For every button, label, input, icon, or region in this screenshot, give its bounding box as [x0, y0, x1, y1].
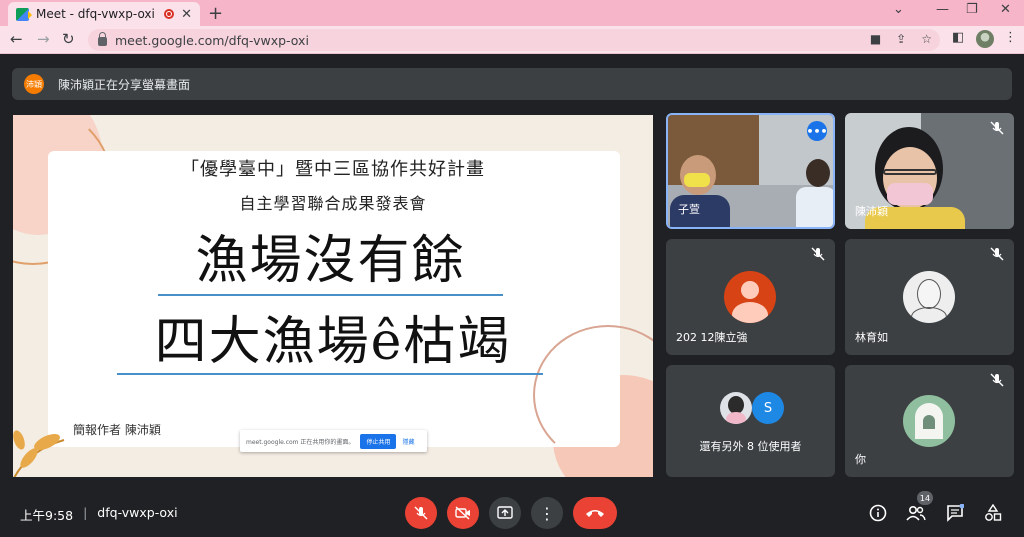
new-tab-button[interactable]: +	[208, 3, 223, 24]
more-vert-icon: ⋮	[539, 503, 555, 523]
self-avatar	[903, 395, 955, 447]
slide-author: 簡報作者 陳沛穎	[73, 423, 161, 437]
reload-icon[interactable]: ↻	[62, 30, 75, 48]
browser-toolbar: ← → ↻ meet.google.com/dfq-vwxp-oxi ■ ⇪ ☆…	[0, 26, 1024, 54]
present-screen-icon	[497, 506, 513, 519]
participant-tile[interactable]: ••• 子萱	[666, 113, 835, 229]
recording-indicator-icon	[164, 9, 175, 19]
hang-up-icon	[586, 510, 604, 517]
meeting-controls-bar: 上午9:58 | dfq-vwxp-oxi ⋮	[0, 487, 1024, 537]
others-count-label: 還有另外 8 位使用者	[699, 440, 802, 453]
mask	[887, 183, 933, 205]
participant-count-badge: 14	[917, 491, 933, 505]
camera-toggle-button[interactable]	[447, 497, 479, 529]
address-bar[interactable]: meet.google.com/dfq-vwxp-oxi ■ ⇪ ☆	[88, 29, 940, 51]
avatar-body	[732, 302, 768, 323]
microphone-toggle-button[interactable]	[405, 497, 437, 529]
participant-name: 你	[855, 453, 866, 466]
share-notice-text: meet.google.com 正在共用你的畫面。	[246, 438, 355, 446]
lock-icon	[98, 32, 107, 46]
sketch-head	[917, 279, 941, 309]
presenting-banner: 沛穎 陳沛穎正在分享螢幕畫面	[12, 68, 1012, 100]
chat-button[interactable]	[945, 503, 965, 523]
meeting-info: 上午9:58 | dfq-vwxp-oxi	[20, 505, 178, 524]
person-body	[796, 187, 833, 227]
slide-subtitle: 「優學臺中」暨中三區協作共好計畫	[181, 159, 485, 180]
bookmark-star-icon[interactable]: ☆	[921, 32, 932, 46]
close-window-button[interactable]: ✕	[1000, 2, 1011, 17]
shared-screen: 「優學臺中」暨中三區協作共好計畫 自主學習聯合成果發表會 漁場沒有餘 四大漁場ê…	[13, 115, 653, 477]
url-text: meet.google.com/dfq-vwxp-oxi	[115, 32, 309, 48]
mic-off-icon	[811, 247, 825, 261]
camera-icon[interactable]: ■	[870, 32, 881, 46]
participant-avatar	[903, 271, 955, 323]
avatar-head	[741, 281, 759, 299]
participant-tile[interactable]: 202 12陳立強	[666, 239, 835, 355]
screen-share-notification: meet.google.com 正在共用你的畫面。 停止共用 隱藏	[240, 430, 427, 452]
hide-button[interactable]: 隱藏	[402, 437, 414, 446]
camera-off-icon	[455, 506, 470, 520]
tab-close-icon[interactable]: ✕	[181, 7, 192, 22]
person-head	[806, 159, 830, 187]
mic-off-icon	[990, 373, 1004, 387]
title-underline	[158, 294, 503, 296]
participant-tile[interactable]: 陳沛穎	[845, 113, 1014, 229]
current-time: 上午9:58	[20, 508, 74, 523]
presenter-avatar: 沛穎	[24, 74, 44, 94]
participant-name: 陳沛穎	[855, 205, 888, 218]
participant-avatar	[720, 392, 752, 424]
tab-title: Meet - dfq-vwxp-oxi	[36, 7, 155, 21]
chat-icon	[947, 504, 964, 522]
meeting-code: dfq-vwxp-oxi	[97, 505, 178, 520]
tab-search-icon[interactable]: ⌄	[893, 2, 904, 17]
sketch-body	[911, 307, 947, 323]
activities-button[interactable]	[983, 503, 1003, 523]
mic-off-icon	[990, 247, 1004, 261]
participant-tile[interactable]: 林育如	[845, 239, 1014, 355]
info-icon	[869, 504, 887, 522]
self-tile[interactable]: 你	[845, 365, 1014, 477]
participant-name: 202 12陳立強	[676, 331, 748, 344]
slide-subtitle-2: 自主學習聯合成果發表會	[239, 194, 427, 213]
meet-favicon-icon	[16, 7, 32, 21]
more-options-button[interactable]: ⋮	[531, 497, 563, 529]
meeting-details-button[interactable]	[868, 503, 888, 523]
forward-arrow-icon[interactable]: →	[37, 30, 50, 48]
avatar-door	[923, 415, 935, 429]
menu-dots-icon[interactable]: ⋮	[1004, 30, 1017, 45]
leave-call-button[interactable]	[573, 497, 617, 529]
restore-button[interactable]: ❐	[966, 2, 978, 17]
more-options-icon[interactable]: •••	[806, 121, 828, 141]
others-tile[interactable]: S 還有另外 8 位使用者	[666, 365, 835, 477]
people-button[interactable]	[906, 503, 926, 523]
back-arrow-icon[interactable]: ←	[10, 30, 23, 48]
minimize-button[interactable]: —	[936, 2, 949, 17]
participant-avatar-letter: S	[752, 392, 784, 424]
participant-avatar	[724, 271, 776, 323]
share-icon[interactable]: ⇪	[896, 32, 906, 46]
side-panel-icon[interactable]: ◧	[952, 30, 964, 45]
mic-off-icon	[414, 506, 428, 520]
glasses	[883, 169, 937, 175]
presenting-text: 陳沛穎正在分享螢幕畫面	[58, 77, 191, 92]
divider: |	[83, 505, 88, 520]
slide-title-line2: 四大漁場ê枯竭	[154, 312, 512, 372]
slide-title-line1: 漁場沒有餘	[195, 231, 466, 291]
browser-tab[interactable]: Meet - dfq-vwxp-oxi ✕	[8, 2, 200, 26]
activities-icon	[985, 504, 1002, 521]
participant-name: 子萱	[678, 203, 700, 216]
people-icon	[906, 505, 926, 521]
mask	[684, 173, 710, 187]
participant-name: 林育如	[855, 331, 888, 344]
avatar-body	[726, 412, 746, 424]
stop-sharing-button[interactable]: 停止共用	[360, 433, 397, 449]
leaf-icon	[13, 430, 65, 477]
present-screen-button[interactable]	[489, 497, 521, 529]
browser-tab-strip: Meet - dfq-vwxp-oxi ✕ + ⌄ — ❐ ✕	[0, 0, 1024, 26]
mic-off-icon	[990, 121, 1004, 135]
profile-avatar[interactable]	[976, 30, 994, 48]
title-underline	[117, 373, 543, 375]
